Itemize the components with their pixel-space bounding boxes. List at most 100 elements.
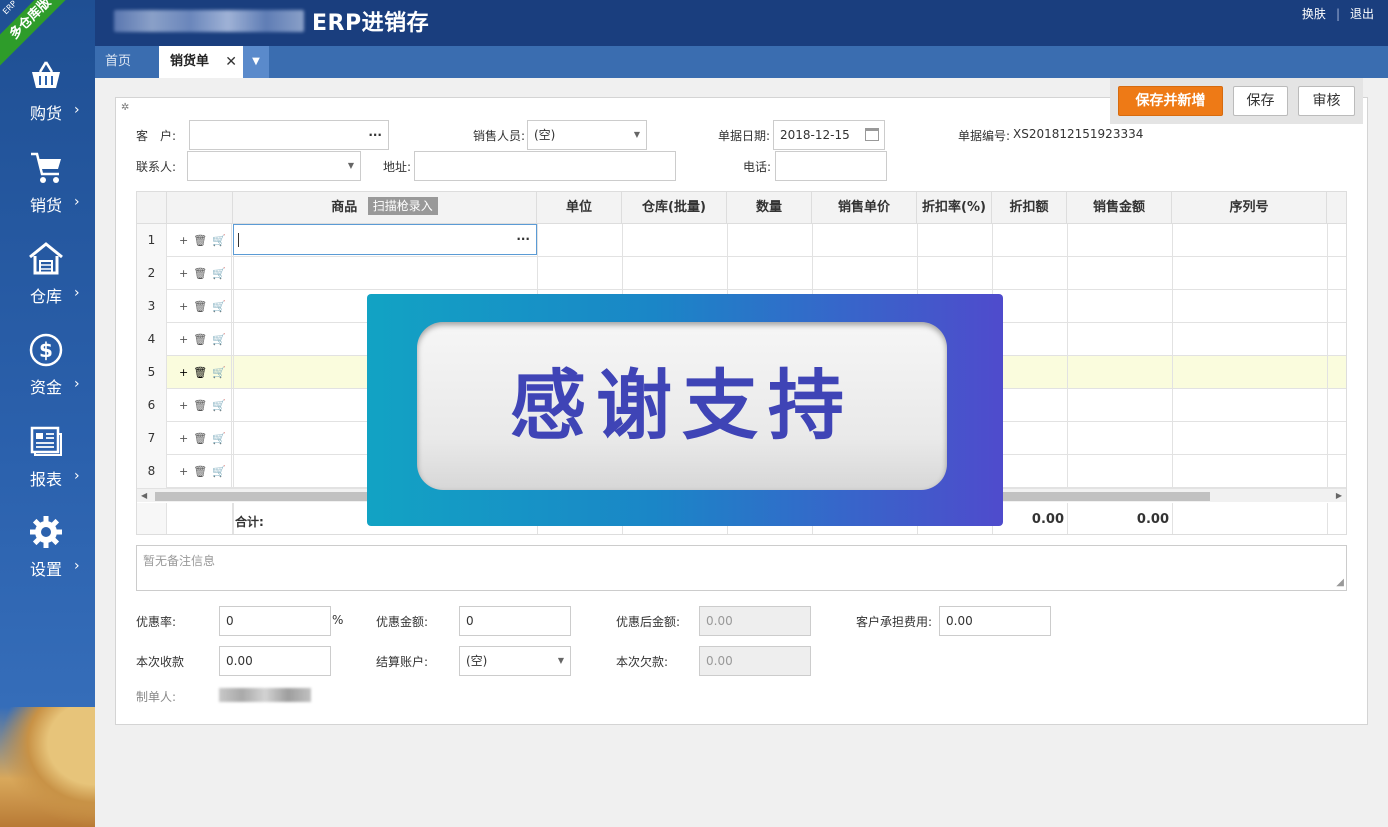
cell-divider <box>727 257 728 290</box>
discount-amount-field[interactable]: 0 <box>459 606 571 636</box>
sidebar-item-warehouse[interactable]: 仓库 › <box>0 241 95 321</box>
add-row-icon[interactable]: + <box>179 333 188 346</box>
discount-amount-value: 0 <box>466 614 474 628</box>
customer-fee-field[interactable]: 0.00 <box>939 606 1051 636</box>
ribbon-erp-tag: ERP <box>1 0 19 17</box>
delete-row-icon[interactable]: 🗑 <box>193 234 207 247</box>
chevron-down-icon[interactable]: ▼ <box>243 46 269 78</box>
delete-row-icon[interactable]: 🗑 <box>193 465 207 478</box>
add-row-icon[interactable]: + <box>179 366 188 379</box>
sidebar-item-settings[interactable]: 设置 › <box>0 514 95 594</box>
basket-icon <box>32 61 60 88</box>
grid-header-filler <box>1327 192 1346 224</box>
add-row-icon[interactable]: + <box>179 267 188 280</box>
cell-divider <box>622 257 623 290</box>
add-row-icon[interactable]: + <box>179 300 188 313</box>
scan-entry-button[interactable]: 扫描枪录入 <box>367 197 438 215</box>
cart-icon[interactable]: 🛒 <box>212 432 226 445</box>
delete-row-icon[interactable]: 🗑 <box>193 399 207 412</box>
address-field[interactable] <box>414 151 676 181</box>
row-number: 5 <box>137 356 167 389</box>
chevron-down-icon: ▼ <box>557 656 564 665</box>
tab-sales-order[interactable]: 销货单 ✕ <box>159 46 243 78</box>
discount-rate-field[interactable]: 0 <box>219 606 331 636</box>
cell-divider <box>1067 224 1068 257</box>
amount-total: 0.00 <box>1136 512 1169 527</box>
add-row-icon[interactable]: + <box>179 465 188 478</box>
phone-field[interactable] <box>775 151 887 181</box>
cell-divider <box>917 224 918 257</box>
salesperson-select[interactable]: (空) ▼ <box>527 120 647 150</box>
calendar-icon[interactable] <box>865 128 879 141</box>
gear-icon[interactable]: ✲ <box>121 102 129 113</box>
cell-divider <box>1172 290 1173 323</box>
doc-no-value: XS201812151923334 <box>1013 127 1144 141</box>
cell-divider <box>1327 503 1328 534</box>
sidebar-item-funds[interactable]: $ 资金 › <box>0 332 95 412</box>
row-actions: + 🗑 🛒 <box>167 455 232 488</box>
delete-row-icon[interactable]: 🗑 <box>193 267 207 280</box>
add-row-icon[interactable]: + <box>179 234 188 247</box>
cart-icon <box>31 152 61 183</box>
column-header: 商品 <box>331 200 358 215</box>
more-icon[interactable]: ··· <box>516 225 530 254</box>
column-header: 数量 <box>727 192 812 224</box>
cart-icon[interactable]: 🛒 <box>212 333 226 346</box>
warehouse-icon <box>29 242 63 275</box>
add-row-icon[interactable]: + <box>179 432 188 445</box>
cell-divider <box>233 455 234 488</box>
scroll-right-icon[interactable]: ▶ <box>1336 489 1342 503</box>
cell-divider <box>917 257 918 290</box>
discount-amount-label: 优惠金额: <box>376 615 429 629</box>
chevron-down-icon: ▼ <box>633 130 640 139</box>
customer-field[interactable]: ··· <box>189 120 389 150</box>
audit-button[interactable]: 审核 <box>1298 86 1355 116</box>
save-and-new-button[interactable]: 保存并新增 <box>1118 86 1223 116</box>
logout-link[interactable]: 退出 <box>1350 5 1374 22</box>
cart-icon[interactable]: 🛒 <box>212 465 226 478</box>
cell-divider <box>1067 503 1068 534</box>
sidebar-item-purchase[interactable]: 购货 › <box>0 58 95 138</box>
cell-divider <box>1172 257 1173 290</box>
close-icon[interactable]: ✕ <box>225 46 237 78</box>
cart-icon[interactable]: 🛒 <box>212 399 226 412</box>
chevron-right-icon: › <box>74 285 80 301</box>
save-button[interactable]: 保存 <box>1233 86 1288 116</box>
grid-header-ops <box>167 192 233 224</box>
row-number: 2 <box>137 257 167 290</box>
cell-divider <box>233 503 234 534</box>
delete-row-icon[interactable]: 🗑 <box>193 366 207 379</box>
date-value: 2018-12-15 <box>780 128 850 142</box>
cell-divider <box>1067 323 1068 356</box>
contact-select[interactable]: ▼ <box>187 151 361 181</box>
remark-placeholder: 暂无备注信息 <box>143 554 216 568</box>
cell-divider <box>812 224 813 257</box>
received-field[interactable]: 0.00 <box>219 646 331 676</box>
cart-icon[interactable]: 🛒 <box>212 234 226 247</box>
sidebar-item-label: 资金 <box>30 378 63 397</box>
delete-row-icon[interactable]: 🗑 <box>193 432 207 445</box>
cart-icon[interactable]: 🛒 <box>212 366 226 379</box>
banner-text: 感谢支持 <box>417 322 947 490</box>
debt-value: 0.00 <box>706 654 733 668</box>
skin-link[interactable]: 换肤 <box>1302 5 1326 22</box>
scroll-left-icon[interactable]: ◀ <box>141 489 147 503</box>
table-row[interactable]: 2 + 🗑 🛒 <box>137 257 1346 290</box>
tab-home[interactable]: 首页 <box>95 46 159 78</box>
cart-icon[interactable]: 🛒 <box>212 300 226 313</box>
remark-textarea[interactable]: 暂无备注信息 ◢ <box>136 545 1347 591</box>
more-icon[interactable]: ··· <box>368 121 382 149</box>
date-field[interactable]: 2018-12-15 <box>773 120 885 150</box>
delete-row-icon[interactable]: 🗑 <box>193 300 207 313</box>
chevron-right-icon: › <box>74 102 80 118</box>
cell-divider <box>1327 323 1328 356</box>
sidebar-item-reports[interactable]: 报表 › <box>0 424 95 504</box>
product-cell-editor[interactable]: ··· <box>233 224 537 255</box>
resize-handle-icon[interactable]: ◢ <box>1336 577 1344 588</box>
account-select[interactable]: (空) ▼ <box>459 646 571 676</box>
doc-no-label: 单据编号: <box>958 129 1011 143</box>
delete-row-icon[interactable]: 🗑 <box>193 333 207 346</box>
add-row-icon[interactable]: + <box>179 399 188 412</box>
sidebar-item-sales[interactable]: 销货 › <box>0 150 95 230</box>
cart-icon[interactable]: 🛒 <box>212 267 226 280</box>
